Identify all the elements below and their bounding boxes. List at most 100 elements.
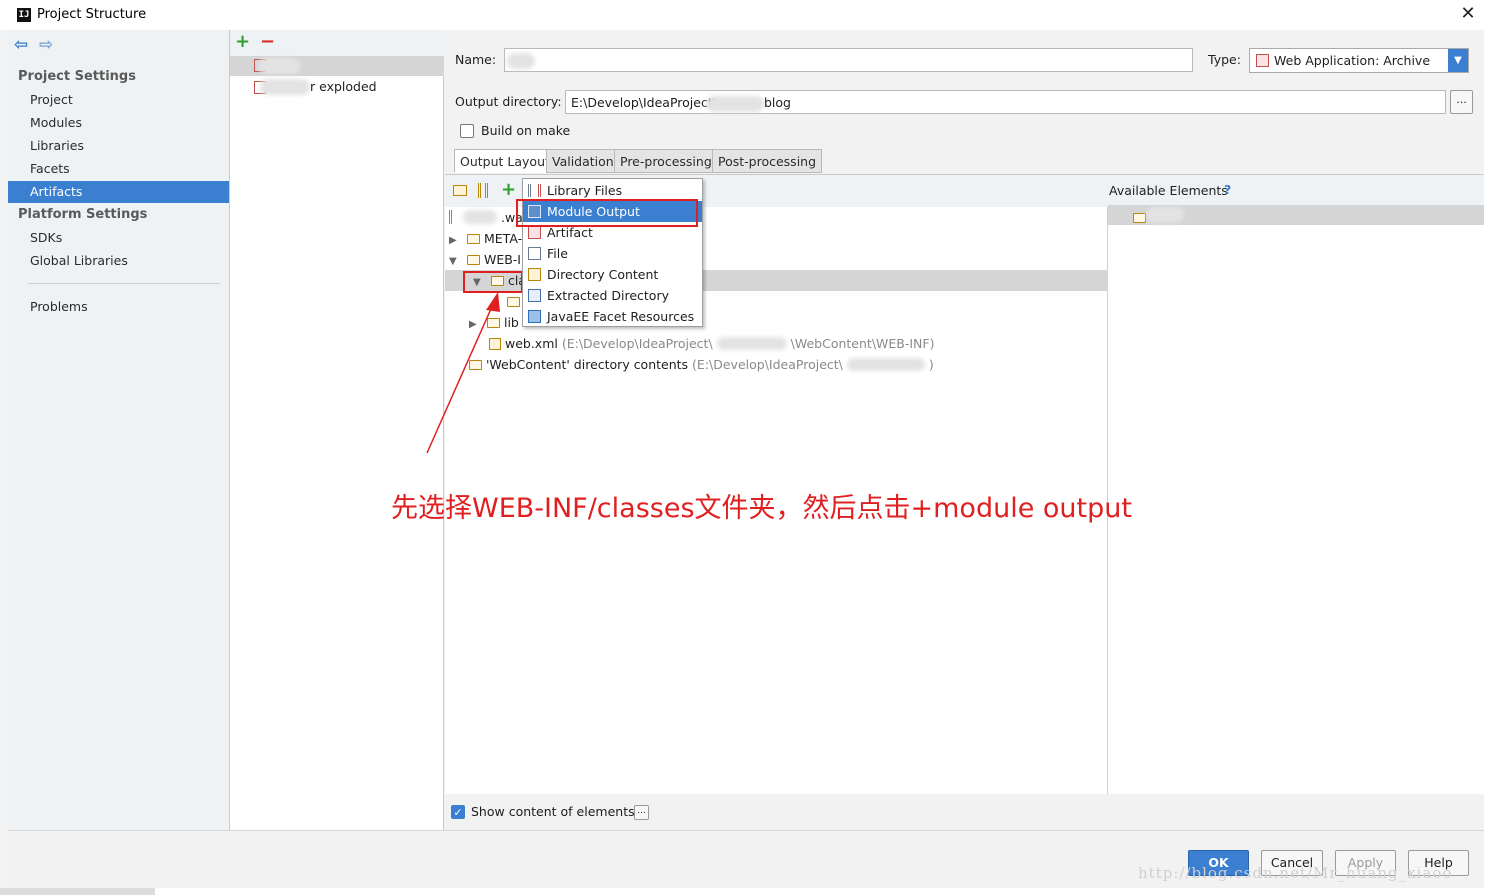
build-on-make-label: Build on make [481,123,571,138]
file-icon [528,247,541,260]
tab-output-layout[interactable]: Output Layout [454,149,556,173]
menu-item-artifact-label: Artifact [547,225,593,240]
available-elements-panel: Available Elements ? [1108,175,1484,795]
available-elements-title: Available Elements [1109,183,1228,198]
desktop-edge [0,30,8,888]
redacted-module-name [1146,207,1184,223]
annotation-text: 先选择WEB-INF/classes文件夹，然后点击+module output [391,493,1132,524]
tree-label-webcontent: 'WebContent' directory contents [485,357,689,372]
webcontent-path-suffix: ) [928,357,934,372]
web-xml-path-suffix: \WebContent\WEB-INF) [790,336,935,351]
sidebar-item-artifacts[interactable]: Artifacts [8,181,229,203]
sidebar-item-problems[interactable]: Problems [8,296,229,318]
module-folder-icon [1133,213,1146,223]
forward-arrow-icon[interactable]: ⇨ [39,35,53,55]
show-content-checkbox[interactable]: ✓ [451,805,465,819]
back-arrow-icon[interactable]: ⇦ [14,35,28,55]
build-on-make-checkbox[interactable] [460,124,474,138]
sidebar-item-facets[interactable]: Facets [8,158,229,180]
remove-artifact-button[interactable]: − [260,31,275,52]
menu-item-file-label: File [547,246,568,261]
tree-row-meta-inf[interactable]: ▶ META- [449,228,522,249]
tree-row-web-xml[interactable]: web.xml (E:\Develop\IdeaProject\ \WebCon… [489,333,934,354]
watermark-text: http://blog.csdn.net/Mr_huang_xiaoo [1138,864,1453,882]
web-archive-icon [1256,54,1269,67]
menu-item-directory-content-label: Directory Content [547,267,659,282]
web-xml-path-hint: (E:\Develop\IdeaProject\ [561,336,713,351]
menu-item-javaee-facet-resources-label: JavaEE Facet Resources [547,309,695,324]
output-directory-value-suffix: blog [764,95,791,110]
settings-sidebar: ⇦ ⇨ Project Settings Project Modules Lib… [8,30,230,830]
tree-label-web-xml: web.xml [504,336,558,351]
show-content-label: Show content of elements [471,804,635,819]
project-settings-heading: Project Settings [18,69,136,84]
available-element-row[interactable] [1108,205,1484,225]
menu-item-library-files-label: Library Files [547,183,623,198]
artifact-item-war[interactable] [230,56,444,76]
close-button[interactable]: ✕ [1458,5,1478,25]
create-directory-icon[interactable] [453,185,467,196]
window-title: Project Structure [37,7,147,22]
redacted-path [716,337,787,350]
output-directory-input[interactable]: E:\Develop\IdeaProject\ blog [565,90,1446,114]
output-directory-label: Output directory: [455,94,562,109]
artifact-list-panel: + − r exploded [230,30,444,830]
redacted-output-directory [706,96,764,112]
module-output-highlight-box [516,199,698,227]
javaee-facet-icon [528,310,541,323]
tree-row-web-inf[interactable]: ▼ WEB-I [449,249,521,270]
sidebar-item-sdks[interactable]: SDKs [8,227,229,249]
artifact-exploded-label: r exploded [310,79,377,94]
intellij-app-icon: IJ [17,8,31,22]
browse-output-directory-button[interactable]: ... [1450,90,1473,114]
webcontent-path-hint: (E:\Develop\IdeaProject\ [692,357,843,372]
add-element-button[interactable]: + [501,179,516,200]
menu-item-library-files[interactable]: Library Files [523,180,702,201]
help-icon[interactable]: ? [1224,182,1231,197]
chevron-down-icon[interactable]: ▼ [1448,49,1468,72]
add-artifact-button[interactable]: + [235,31,250,52]
archive-icon [449,210,459,224]
redacted-artifact-name [258,58,300,74]
create-archive-icon[interactable] [478,183,488,198]
menu-item-file[interactable]: File [523,243,702,264]
sidebar-item-libraries[interactable]: Libraries [8,135,229,157]
redacted-name-value [507,53,535,69]
tree-row-webcontent[interactable]: 'WebContent' directory contents (E:\Deve… [469,354,934,375]
project-structure-window: IJ Project Structure ✕ ⇦ ⇨ Project Setti… [0,0,1491,895]
redacted-artifact-prefix [260,79,310,95]
sidebar-item-global-libraries[interactable]: Global Libraries [8,250,229,272]
library-icon [528,184,541,197]
sidebar-divider [28,283,220,284]
name-input[interactable] [504,48,1193,72]
sidebar-item-project[interactable]: Project [8,89,229,111]
artifact-item-exploded[interactable]: r exploded [230,77,444,97]
taskbar-edge [0,888,155,895]
tab-pre-processing[interactable]: Pre-processing [614,149,718,173]
show-content-options-button[interactable]: ... [634,805,649,820]
annotation-arrow [426,292,500,454]
name-label: Name: [455,52,497,67]
folder-icon [466,255,480,265]
expand-arrow-icon[interactable]: ▶ [449,230,463,251]
type-dropdown[interactable]: Web Application: Archive ▼ [1249,48,1469,73]
menu-item-javaee-facet-resources[interactable]: JavaEE Facet Resources [523,306,702,327]
tree-label-web-inf: WEB-I [483,252,521,267]
available-elements-header: Available Elements ? [1108,175,1484,205]
directory-icon [528,268,541,281]
menu-item-extracted-directory-label: Extracted Directory [547,288,669,303]
redacted-war-name [462,210,497,224]
artifact-list-toolbar: + − [230,30,444,56]
folder-icon [466,234,480,244]
tab-validation[interactable]: Validation [546,149,620,173]
tab-post-processing[interactable]: Post-processing [712,149,823,173]
collapse-arrow-icon[interactable]: ▼ [449,251,463,272]
sidebar-item-modules[interactable]: Modules [8,112,229,134]
menu-item-directory-content[interactable]: Directory Content [523,264,702,285]
output-directory-value-prefix: E:\Develop\IdeaProject\ [571,95,717,110]
layout-bottom-bar: ✓ Show content of elements ... [445,794,1484,830]
menu-item-extracted-directory[interactable]: Extracted Directory [523,285,702,306]
tree-label-meta-inf: META- [483,231,523,246]
type-label: Type: [1208,52,1241,67]
redacted-path [846,358,925,371]
